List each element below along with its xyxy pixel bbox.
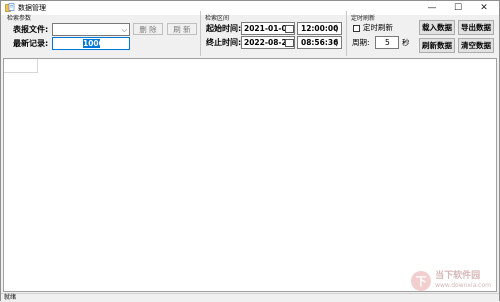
title-bar[interactable]: 数据管理 — ☐ ✕ — [1, 1, 499, 15]
end-time-picker[interactable]: 08:56:36 ▲ ▼ — [297, 36, 342, 49]
minimize-button[interactable]: — — [419, 1, 445, 15]
refresh-button[interactable]: 刷 新 — [167, 23, 197, 35]
delete-button[interactable]: 删 除 — [133, 23, 163, 35]
window-title: 数据管理 — [18, 4, 46, 12]
chevron-down-icon: ⌵ — [121, 26, 127, 34]
timer-group-label: 定时刷新 — [351, 15, 376, 22]
data-grid[interactable] — [3, 58, 497, 292]
watermark-text: 当下软件园 www.downxia.com — [435, 271, 491, 291]
latest-label: 最新记录: — [13, 39, 49, 48]
file-label: 表报文件: — [13, 25, 49, 34]
watermark: 下 当下软件园 www.downxia.com — [411, 271, 491, 291]
group-divider — [200, 11, 201, 56]
main-window: 数据管理 — ☐ ✕ 检索参数 表报文件: ⌵ 删 除 刷 新 最新记录: 10… — [0, 0, 500, 302]
start-date-picker[interactable]: 2021-01-01 — [241, 22, 295, 35]
group-divider — [346, 11, 347, 56]
period-label: 周期: — [352, 38, 370, 47]
calendar-icon — [285, 25, 294, 33]
close-button[interactable]: ✕ — [471, 1, 497, 15]
watermark-line2: www.downxia.com — [435, 282, 491, 289]
table-params-group-label: 检索参数 — [7, 15, 32, 22]
load-data-button[interactable]: 载入数据 — [419, 20, 455, 35]
timer-checkbox-label[interactable]: 定时刷新 — [363, 23, 393, 33]
export-data-button[interactable]: 导出数据 — [458, 20, 494, 35]
app-icon — [5, 3, 15, 12]
timer-checkbox[interactable] — [353, 25, 360, 32]
spin-arrows-icon[interactable]: ▲ ▼ — [333, 23, 340, 34]
load-data-label: 载入数据 — [422, 23, 452, 32]
grid-corner-cell[interactable] — [4, 59, 38, 73]
file-select[interactable]: ⌵ — [52, 23, 130, 36]
close-icon: ✕ — [480, 3, 488, 13]
refresh-button-label: 刷 新 — [173, 24, 191, 34]
latest-input[interactable]: 1000 — [52, 37, 130, 50]
latest-value: 1000 — [83, 39, 104, 48]
spin-arrows-icon[interactable]: ▲ ▼ — [333, 37, 340, 48]
delete-button-label: 删 除 — [139, 24, 157, 34]
refresh-data-label: 刷新数据 — [422, 41, 452, 50]
period-input[interactable]: 5 — [375, 36, 399, 49]
watermark-line1: 当下软件园 — [435, 271, 481, 281]
maximize-icon: ☐ — [453, 3, 463, 13]
search-range-group-label: 检索区间 — [205, 15, 230, 22]
clear-data-button[interactable]: 清空数据 — [458, 38, 494, 53]
period-value: 5 — [385, 38, 390, 47]
start-label: 起始时间: — [206, 24, 242, 33]
clear-data-label: 清空数据 — [461, 41, 491, 50]
watermark-logo-icon: 下 — [411, 271, 432, 291]
refresh-data-button[interactable]: 刷新数据 — [419, 38, 455, 53]
calendar-icon — [285, 39, 294, 47]
start-time-picker[interactable]: 12:00:00 ▲ ▼ — [297, 22, 342, 35]
minimize-icon: — — [427, 3, 437, 13]
period-unit: 秒 — [402, 38, 410, 47]
maximize-button[interactable]: ☐ — [445, 1, 471, 15]
end-label: 终止时间: — [206, 38, 242, 47]
end-date-picker[interactable]: 2022-08-23 — [241, 36, 295, 49]
export-data-label: 导出数据 — [461, 23, 491, 32]
